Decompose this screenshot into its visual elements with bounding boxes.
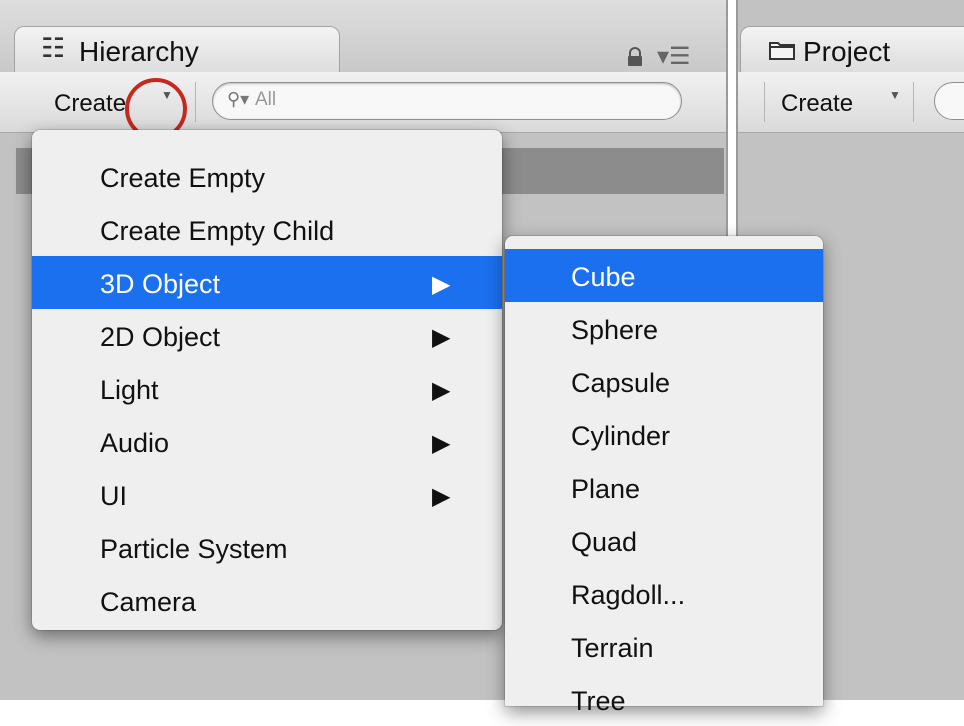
tab-hierarchy-label: Hierarchy xyxy=(79,36,199,67)
menu-item-label: 2D Object xyxy=(100,322,221,352)
submenu-item-label: Capsule xyxy=(571,368,671,398)
menu-item[interactable]: 2D Object ▶ xyxy=(32,309,502,362)
submenu-item[interactable]: Capsule xyxy=(505,355,823,408)
menu-item[interactable]: 3D Object ▶ xyxy=(32,256,502,309)
lock-icon[interactable] xyxy=(625,47,645,67)
menu-item[interactable]: Light ▶ xyxy=(32,362,502,415)
submenu-arrow-icon: ▶ xyxy=(432,377,451,404)
create-menu: Create Empty Create Empty Child 3D Object ▶… xyxy=(32,130,502,630)
project-create-label: Create xyxy=(781,90,854,117)
menu-item[interactable]: UI ▶ xyxy=(32,468,502,521)
submenu-item-label: Terrain xyxy=(571,633,654,663)
folder-icon xyxy=(769,42,795,60)
submenu-item[interactable]: Ragdoll... xyxy=(505,567,823,620)
submenu-item-label: Tree xyxy=(571,686,626,716)
tab-menu-icon[interactable]: ▾☰ xyxy=(657,42,691,71)
menu-item[interactable]: Create Empty xyxy=(32,150,502,203)
submenu-item-label: Ragdoll... xyxy=(571,580,686,610)
submenu-arrow-icon: ▶ xyxy=(432,430,451,457)
submenu-item[interactable]: Sphere xyxy=(505,302,823,355)
menu-item[interactable]: Camera xyxy=(32,574,502,627)
menu-item[interactable]: Create Empty Child xyxy=(32,203,502,256)
menu-item-label: Particle System xyxy=(100,534,288,564)
submenu-item[interactable]: Quad xyxy=(505,514,823,567)
hierarchy-tabstrip: ☷ Hierarchy ▾☰ xyxy=(0,0,726,74)
menu-item-label: UI xyxy=(100,481,127,511)
search-dropdown-icon[interactable]: ⚲▾ xyxy=(227,89,249,110)
3d-object-submenu: Cube Sphere Capsule Cylinder Plane Quad Ragdol… xyxy=(505,236,823,716)
menu-item-label: Light xyxy=(100,375,159,405)
menu-item-label: 3D Object xyxy=(100,269,221,299)
create-button-label: Create xyxy=(54,90,127,117)
submenu-item-label: Plane xyxy=(571,474,641,504)
menu-item-label: Audio xyxy=(100,428,170,458)
tab-project[interactable]: Project xyxy=(740,26,964,74)
submenu-arrow-icon: ▶ xyxy=(432,483,451,510)
project-search-input[interactable] xyxy=(934,82,964,120)
submenu-item[interactable]: Cylinder xyxy=(505,408,823,461)
submenu-arrow-icon: ▶ xyxy=(432,324,451,351)
project-toolbar: Create ▼ xyxy=(738,72,964,133)
menu-item-label: Create Empty xyxy=(100,163,266,193)
menu-item-label: Create Empty Child xyxy=(100,216,335,246)
search-placeholder: All xyxy=(255,89,277,110)
menu-item[interactable]: Particle System xyxy=(32,521,502,574)
tab-project-label: Project xyxy=(803,36,891,67)
tab-hierarchy[interactable]: ☷ Hierarchy xyxy=(14,26,340,74)
submenu-item-label: Quad xyxy=(571,527,638,557)
submenu-arrow-icon: ▶ xyxy=(432,271,451,298)
project-create-arrow-icon: ▼ xyxy=(889,88,901,102)
submenu-item[interactable]: Plane xyxy=(505,461,823,514)
project-create-button[interactable]: Create ▼ xyxy=(764,82,914,122)
submenu-item-label: Sphere xyxy=(571,315,659,345)
submenu-item-label: Cylinder xyxy=(571,421,671,451)
hierarchy-search-input[interactable]: ⚲▾ All xyxy=(212,82,682,120)
submenu-item-label: Cube xyxy=(571,262,636,292)
list-icon: ☷ xyxy=(41,33,66,63)
submenu-item[interactable]: Terrain xyxy=(505,620,823,673)
hierarchy-toolbar: Create ▼ ⚲▾ All xyxy=(0,72,726,133)
menu-item[interactable]: Audio ▶ xyxy=(32,415,502,468)
submenu-item[interactable]: Cube xyxy=(505,249,823,302)
menu-item-label: Camera xyxy=(100,587,197,617)
